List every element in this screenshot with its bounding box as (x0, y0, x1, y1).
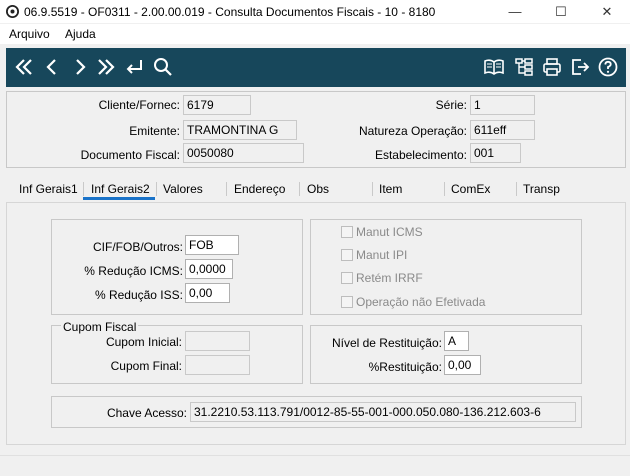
emitente-label: Emitente: (129, 124, 180, 138)
menu-arquivo[interactable]: Arquivo (9, 27, 50, 41)
maximize-button[interactable]: ☐ (538, 0, 584, 23)
search-icon (154, 58, 172, 76)
print-button[interactable] (540, 55, 564, 79)
serie-field[interactable]: 1 (470, 95, 535, 115)
chave-acesso-label: Chave Acesso: (106, 406, 187, 420)
tab-separator (372, 182, 373, 196)
menu-bar: Arquivo Ajuda (0, 24, 630, 44)
search-button[interactable] (151, 55, 175, 79)
first-record-button[interactable] (12, 55, 36, 79)
cif-fob-label: CIF/FOB/Outros: (92, 240, 183, 254)
retem-irrf-checkbox[interactable] (341, 272, 353, 284)
tab-comex[interactable]: ComEx (451, 182, 490, 196)
next-record-button[interactable] (68, 55, 92, 79)
natureza-operacao-field[interactable]: 611eff (470, 120, 535, 140)
cliente-label: Cliente/Fornec: (98, 98, 180, 112)
book-icon (484, 59, 504, 75)
tab-item[interactable]: Item (379, 182, 402, 196)
active-tab-indicator (83, 197, 155, 200)
tab-separator (444, 182, 445, 196)
toolbar (6, 48, 626, 87)
reducao-iss-label: % Redução ISS: (94, 288, 183, 302)
emitente-field[interactable]: TRAMONTINA G (183, 120, 297, 140)
tab-transp[interactable]: Transp (523, 182, 560, 196)
next-icon (76, 59, 86, 75)
reducao-iss-field[interactable]: 0,00 (185, 283, 230, 303)
nivel-restituicao-label: Nível de Restituição: (331, 336, 442, 350)
tab-valores[interactable]: Valores (163, 182, 203, 196)
minimize-icon: — (508, 4, 522, 19)
operacao-nao-efetivada-label: Operação não Efetivada (356, 295, 486, 309)
hierarchy-icon (515, 58, 533, 76)
app-logo-icon (6, 5, 19, 18)
cliente-field[interactable]: 6179 (183, 95, 251, 115)
estabelecimento-field[interactable]: 001 (470, 143, 521, 163)
help-icon (598, 57, 618, 77)
structure-button[interactable] (512, 55, 536, 79)
cupom-inicial-field[interactable] (185, 331, 250, 351)
window-title: 06.9.5519 - OF0311 - 2.00.00.019 - Consu… (24, 5, 436, 19)
documento-fiscal-field[interactable]: 0050080 (183, 143, 304, 163)
reducao-icms-label: % Redução ICMS: (84, 264, 183, 278)
help-button[interactable] (596, 55, 620, 79)
title-bar: 06.9.5519 - OF0311 - 2.00.00.019 - Consu… (0, 0, 630, 23)
manual-button[interactable] (482, 55, 506, 79)
status-bar (0, 455, 630, 476)
tab-separator (226, 182, 227, 196)
retem-irrf-label: Retém IRRF (356, 271, 423, 285)
enter-icon (126, 60, 142, 74)
tab-separator (83, 182, 84, 196)
cupom-final-field[interactable] (185, 355, 250, 375)
tab-obs[interactable]: Obs (307, 182, 329, 196)
enter-button[interactable] (122, 55, 146, 79)
last-record-button[interactable] (94, 55, 118, 79)
restituicao-percent-field[interactable]: 0,00 (444, 355, 481, 375)
exit-icon (572, 59, 590, 75)
last-icon (98, 59, 115, 75)
minimize-button[interactable]: — (492, 0, 538, 23)
estabelecimento-label: Estabelecimento: (374, 148, 467, 162)
exit-button[interactable] (568, 55, 592, 79)
menu-ajuda[interactable]: Ajuda (65, 27, 96, 41)
manut-icms-checkbox[interactable] (341, 226, 353, 238)
previous-record-button[interactable] (40, 55, 64, 79)
operacao-nao-efetivada-checkbox[interactable] (341, 296, 353, 308)
documento-fiscal-label: Documento Fiscal: (80, 148, 180, 162)
tab-inf-gerais2[interactable]: Inf Gerais2 (91, 182, 150, 196)
tab-endereco[interactable]: Endereço (234, 182, 285, 196)
close-button[interactable]: ✕ (584, 0, 630, 23)
cif-fob-field[interactable]: FOB (185, 235, 239, 255)
maximize-icon: ☐ (555, 3, 567, 19)
nivel-restituicao-field[interactable]: A (444, 331, 469, 351)
tab-separator (299, 182, 300, 196)
cupom-fiscal-title: Cupom Fiscal (61, 320, 139, 334)
restituicao-percent-label: %Restituição: (368, 360, 442, 374)
manut-ipi-checkbox[interactable] (341, 249, 353, 261)
cupom-final-label: Cupom Final: (110, 359, 182, 373)
previous-icon (46, 59, 56, 75)
tab-separator (516, 182, 517, 196)
manut-icms-label: Manut ICMS (356, 225, 423, 239)
tab-separator (156, 182, 157, 196)
reducao-icms-field[interactable]: 0,0000 (185, 259, 233, 279)
tab-inf-gerais1[interactable]: Inf Gerais1 (19, 182, 78, 196)
print-icon (543, 58, 561, 76)
serie-label: Série: (435, 98, 467, 112)
manut-ipi-label: Manut IPI (356, 248, 408, 262)
natureza-operacao-label: Natureza Operação: (358, 124, 467, 138)
cupom-inicial-label: Cupom Inicial: (105, 335, 182, 349)
close-icon: ✕ (601, 3, 613, 19)
chave-acesso-field[interactable]: 31.2210.53.113.791/0012-85-55-001-000.05… (190, 402, 576, 422)
first-icon (15, 59, 32, 75)
